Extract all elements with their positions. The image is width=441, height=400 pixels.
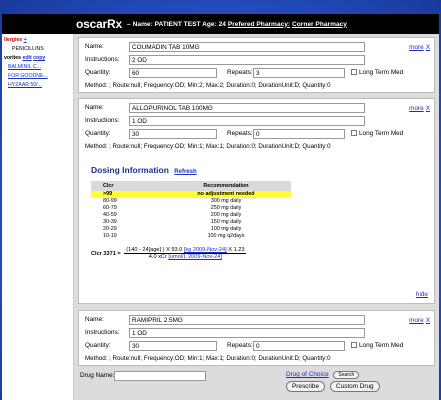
sidebar: llergies + PENICILLINS vorites edit copy… bbox=[2, 34, 74, 400]
main-panel: Name: COUMADIN TAB 10MG more X Instructio… bbox=[74, 34, 439, 400]
instructions-field[interactable]: 1 OD bbox=[129, 116, 365, 126]
refresh-link[interactable]: Refresh bbox=[174, 169, 196, 175]
favorites-copy-link[interactable]: copy bbox=[33, 55, 45, 61]
app-header: oscarRx – Name: PATIENT TEST Age: 24 Pref… bbox=[2, 14, 439, 34]
more-link[interactable]: more bbox=[409, 44, 424, 51]
favorite-item[interactable]: HYZAAR 50/... bbox=[8, 82, 42, 88]
more-link[interactable]: more bbox=[409, 105, 424, 112]
favorites-heading: vorites edit copy bbox=[4, 55, 46, 61]
drug-of-choice-link[interactable]: Drug of Choice bbox=[286, 371, 329, 378]
instructions-label: Instructions: bbox=[85, 56, 120, 63]
long-term-option: Long Term Med bbox=[351, 69, 403, 76]
favorite-item[interactable]: BALMINIL C... bbox=[8, 64, 41, 70]
recommendation-column-header: Recommendation bbox=[203, 183, 249, 189]
add-allergy-link[interactable]: + bbox=[24, 37, 27, 43]
allergies-heading: llergies + bbox=[4, 37, 27, 43]
dosing-table: Clcr Recommendation >99 no adjustment nee… bbox=[91, 181, 291, 243]
action-buttons: Prescribe Custom Drug bbox=[286, 381, 383, 392]
long-term-label: Long Term Med bbox=[359, 130, 404, 137]
pharmacy-name-link[interactable]: Corner Pharmacy bbox=[292, 21, 347, 28]
hide-link[interactable]: hide bbox=[416, 291, 428, 298]
dosing-info-heading: Dosing Information Refresh bbox=[91, 165, 197, 175]
drug-of-choice-group: Drug of Choice Search bbox=[286, 371, 360, 379]
name-label: Name: bbox=[85, 316, 104, 323]
dosing-row: 10-19 100 mg q2days bbox=[103, 233, 245, 239]
repeats-label: Repeats: bbox=[227, 69, 253, 76]
drug-name-field[interactable]: ALLOPURINOL TAB 100MG bbox=[129, 103, 365, 113]
drug-name-field[interactable]: COUMADIN TAB 10MG bbox=[129, 42, 365, 52]
dosing-row: 80-99 300 mg daily bbox=[103, 198, 242, 204]
favorite-item[interactable]: FOR GOODNE... bbox=[8, 73, 48, 79]
patient-info: – Name: PATIENT TEST Age: 24 Prefered Pha… bbox=[126, 20, 347, 28]
close-icon[interactable]: X bbox=[426, 44, 430, 51]
instructions-field[interactable]: 1 OD bbox=[129, 328, 365, 338]
long-term-checkbox[interactable] bbox=[351, 130, 357, 136]
dosing-row: 20-29 100 mg daily bbox=[103, 226, 242, 232]
quantity-field[interactable]: 60 bbox=[129, 68, 217, 78]
long-term-option: Long Term Med bbox=[351, 342, 403, 349]
dosing-table-header: Clcr Recommendation bbox=[91, 181, 291, 191]
close-icon[interactable]: X bbox=[426, 105, 430, 112]
repeats-label: Repeats: bbox=[227, 342, 253, 349]
dosing-row: 60-79 250 mg daily bbox=[103, 205, 242, 211]
drug-name-field[interactable]: RAMIPRIL 2.5MG bbox=[129, 315, 365, 325]
instructions-field[interactable]: 2 OD bbox=[129, 55, 365, 65]
repeats-field[interactable]: 3 bbox=[253, 68, 345, 78]
long-term-checkbox[interactable] bbox=[351, 69, 357, 75]
long-term-checkbox[interactable] bbox=[351, 342, 357, 348]
prescription-box: Name: RAMIPRIL 2.5MG more X Instructions:… bbox=[78, 310, 435, 366]
long-term-option: Long Term Med bbox=[351, 130, 403, 137]
preferred-pharmacy-link[interactable]: Prefered Pharmacy: bbox=[228, 21, 290, 28]
repeats-field[interactable]: 0 bbox=[253, 129, 345, 139]
weight-link[interactable]: [kg 2009-Nov-24] bbox=[184, 247, 227, 253]
repeats-label: Repeats: bbox=[227, 130, 253, 137]
allergy-item: PENICILLINS bbox=[12, 46, 44, 52]
drug-search-input[interactable] bbox=[114, 371, 206, 381]
name-label: Name: bbox=[85, 104, 104, 111]
long-term-label: Long Term Med bbox=[359, 342, 404, 349]
drug-search-bar: Drug Name: Drug of Choice Search Prescri… bbox=[78, 368, 435, 398]
creatinine-link[interactable]: [umol/L 2009-Nov-24] bbox=[168, 254, 222, 260]
more-link[interactable]: more bbox=[409, 317, 424, 324]
custom-drug-button[interactable]: Custom Drug bbox=[329, 381, 380, 392]
prescribe-button[interactable]: Prescribe bbox=[286, 381, 325, 392]
search-button[interactable]: Search bbox=[333, 371, 360, 379]
favorites-edit-link[interactable]: edit bbox=[22, 55, 31, 61]
instructions-label: Instructions: bbox=[85, 329, 120, 336]
method-text: Method: ; Route:null; Frequency:OD; Min:… bbox=[85, 143, 331, 150]
long-term-label: Long Term Med bbox=[359, 69, 404, 76]
patient-name: Name: PATIENT TEST bbox=[132, 20, 201, 28]
prescription-box: Name: COUMADIN TAB 10MG more X Instructio… bbox=[78, 37, 435, 93]
clcr-formula: Clcr 3371 = (140 - 24[age] ) X 93.0 [kg … bbox=[91, 247, 247, 260]
dosing-row: 40-59 200 mg daily bbox=[103, 212, 242, 218]
dosing-row: 30-39 150 mg daily bbox=[103, 219, 242, 225]
quantity-field[interactable]: 30 bbox=[129, 129, 217, 139]
quantity-field[interactable]: 30 bbox=[129, 341, 217, 351]
method-text: Method: ; Route:null; Frequency:OD; Min:… bbox=[85, 355, 331, 362]
quantity-label: Quantity: bbox=[85, 69, 111, 76]
clcr-column-header: Clcr bbox=[103, 183, 114, 189]
quantity-label: Quantity: bbox=[85, 130, 111, 137]
quantity-label: Quantity: bbox=[85, 342, 111, 349]
prescription-box: Name: ALLOPURINOL TAB 100MG more X Instru… bbox=[78, 98, 435, 304]
dosing-row: >99 no adjustment needed bbox=[91, 191, 291, 198]
patient-age: Age: 24 bbox=[202, 20, 226, 28]
repeats-field[interactable]: 0 bbox=[253, 341, 345, 351]
method-text: Method: ; Route:null; Frequency:OD; Min:… bbox=[85, 82, 331, 89]
app-logo: oscarRx bbox=[76, 17, 122, 31]
instructions-label: Instructions: bbox=[85, 117, 120, 124]
drug-name-label: Drug Name: bbox=[80, 372, 115, 379]
name-label: Name: bbox=[85, 43, 104, 50]
close-icon[interactable]: X bbox=[426, 317, 430, 324]
